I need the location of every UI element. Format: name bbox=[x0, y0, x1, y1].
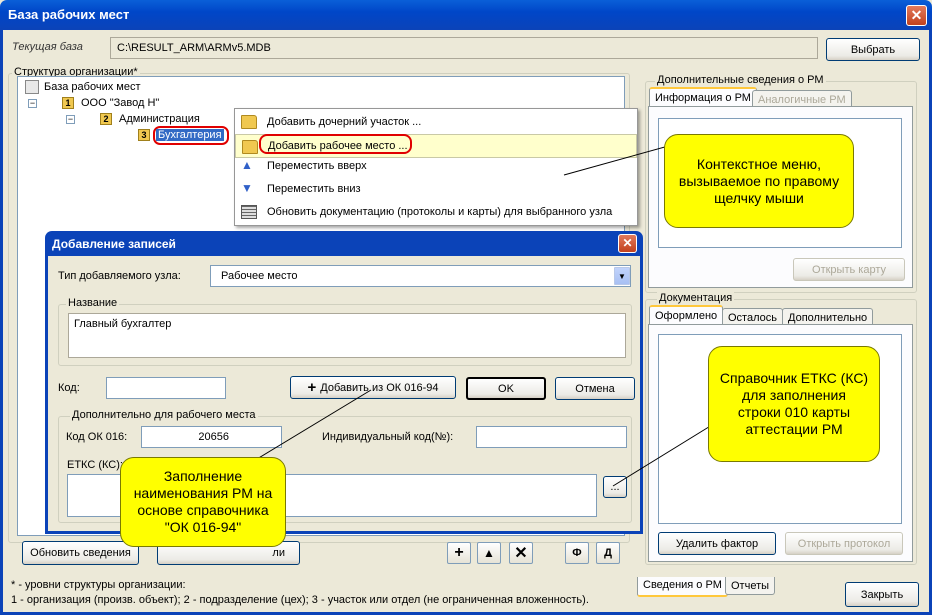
ok016-callout: Заполнение наименования РМ на основе спр… bbox=[120, 457, 286, 547]
level-3-icon: 3 bbox=[138, 129, 150, 141]
etks-label: ЕТКС (КС): bbox=[67, 459, 123, 471]
dialog-close-button[interactable]: ✕ bbox=[618, 234, 637, 253]
tab-reports[interactable]: Отчеты bbox=[725, 577, 776, 595]
etks-browse-button[interactable]: ... bbox=[603, 476, 627, 498]
note-line-1: * - уровни структуры организации: bbox=[11, 579, 186, 591]
remove-factor-button[interactable]: Удалить фактор bbox=[658, 532, 776, 555]
name-legend: Название bbox=[66, 297, 120, 309]
level-1-icon: 1 bbox=[62, 97, 74, 109]
individual-code-label: Индивидуальный код(№): bbox=[322, 431, 454, 443]
arrow-up-icon: ▲ bbox=[241, 158, 253, 172]
database-icon bbox=[25, 80, 39, 94]
node-type-label: Тип добавляемого узла: bbox=[58, 270, 181, 282]
extra-workplace-legend: Дополнительно для рабочего места bbox=[70, 409, 258, 421]
close-window-button[interactable]: ✕ bbox=[906, 5, 927, 26]
current-db-label: Текущая база bbox=[12, 41, 83, 53]
collapse-icon[interactable]: − bbox=[28, 99, 37, 108]
menu-add-child-area[interactable]: Добавить дочерний участок ... bbox=[235, 110, 637, 134]
chevron-down-icon[interactable]: ▼ bbox=[614, 267, 630, 285]
f-button[interactable]: Ф bbox=[565, 542, 589, 564]
note-line-2: 1 - организация (произв. объект); 2 - по… bbox=[11, 594, 589, 606]
document-icon bbox=[241, 205, 257, 219]
menu-move-up[interactable]: ▲ Переместить вверх bbox=[235, 155, 637, 177]
refresh-info-button[interactable]: Обновить сведения bbox=[22, 541, 139, 565]
choose-db-button[interactable]: Выбрать bbox=[826, 38, 920, 61]
tree-root[interactable]: База рабочих мест bbox=[44, 81, 141, 93]
folder-icon bbox=[242, 140, 258, 154]
current-db-path: C:\RESULT_ARM\ARMv5.MDB bbox=[110, 37, 818, 59]
plus-icon: + bbox=[307, 379, 317, 396]
tree-node-accounting[interactable]: Бухгалтерия bbox=[156, 129, 224, 141]
documentation-legend: Документация bbox=[657, 292, 735, 304]
move-up-icon[interactable]: ▲ bbox=[477, 542, 501, 564]
open-protocol-button[interactable]: Открыть протокол bbox=[785, 532, 903, 555]
tab-done[interactable]: Оформлено bbox=[649, 305, 724, 325]
context-menu: Добавить дочерний участок ... Добавить р… bbox=[234, 108, 638, 226]
d-button[interactable]: Д bbox=[596, 542, 620, 564]
code-input[interactable] bbox=[106, 377, 226, 399]
menu-move-down[interactable]: ▼ Переместить вниз bbox=[235, 178, 637, 200]
etks-callout: Справочник ЕТКС (КС) для заполнения стро… bbox=[708, 346, 880, 462]
main-title-bar bbox=[0, 0, 932, 30]
menu-highlight-oval bbox=[259, 134, 412, 154]
tree-node-admin[interactable]: Администрация bbox=[119, 113, 200, 125]
window-title: База рабочих мест bbox=[8, 7, 130, 22]
code-label: Код: bbox=[58, 382, 80, 394]
collapse-icon[interactable]: − bbox=[66, 115, 75, 124]
ok016-label: Код ОК 016: bbox=[66, 431, 128, 443]
tree-node-org[interactable]: ООО "Завод Н" bbox=[81, 97, 159, 109]
extra-info-legend: Дополнительные сведения о РМ bbox=[655, 74, 826, 86]
cancel-button[interactable]: Отмена bbox=[555, 377, 635, 400]
add-from-ok-button[interactable]: + Добавить из ОК 016-94 bbox=[290, 376, 456, 399]
ok016-input[interactable]: 20656 bbox=[141, 426, 282, 448]
tab-rm-info-bottom[interactable]: Сведения о РМ bbox=[637, 577, 728, 597]
menu-update-docs[interactable]: Обновить документацию (протоколы и карты… bbox=[235, 201, 637, 223]
level-2-icon: 2 bbox=[100, 113, 112, 125]
dialog-title: Добавление записей bbox=[52, 237, 176, 251]
individual-code-input[interactable] bbox=[476, 426, 627, 448]
open-card-button[interactable]: Открыть карту bbox=[793, 258, 905, 281]
folder-icon bbox=[241, 115, 257, 129]
close-button[interactable]: Закрыть bbox=[845, 582, 919, 607]
tab-rm-info[interactable]: Информация о РМ bbox=[649, 87, 757, 107]
context-menu-callout: Контекстное меню, вызываемое по правому … bbox=[664, 134, 854, 228]
node-type-select[interactable]: Рабочее место bbox=[210, 265, 631, 287]
name-input[interactable]: Главный бухгалтер bbox=[68, 313, 626, 358]
delete-icon[interactable]: ✕ bbox=[509, 542, 533, 564]
arrow-down-icon: ▼ bbox=[241, 181, 253, 195]
add-icon[interactable]: + bbox=[447, 542, 471, 564]
ok-button[interactable]: OK bbox=[466, 377, 546, 400]
